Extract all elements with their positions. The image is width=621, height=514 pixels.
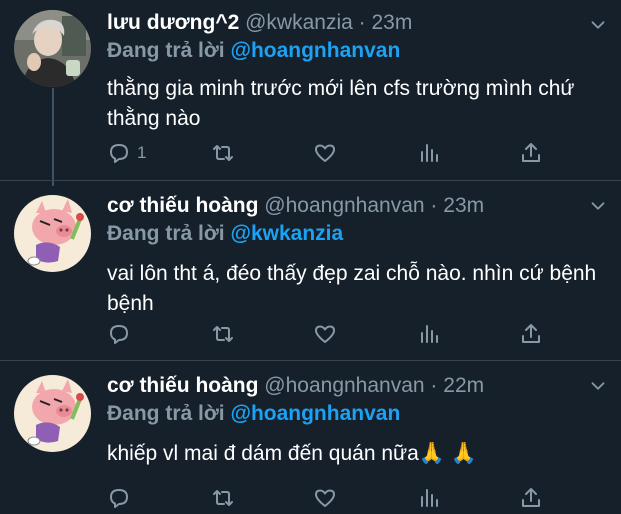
replying-prefix: Đang trả lời <box>107 402 225 425</box>
thread-connector <box>52 88 54 186</box>
tweet[interactable]: lưu dương^2 @kwkanzia · 23m Đang trả lời… <box>0 0 621 186</box>
heart-icon <box>313 322 337 346</box>
tweet-header: cơ thiếu hoàng @hoangnhanvan · 23m <box>107 193 601 219</box>
tweet-thread: lưu dương^2 @kwkanzia · 23m Đang trả lời… <box>0 0 621 514</box>
like-button[interactable] <box>313 140 337 166</box>
display-name[interactable]: cơ thiếu hoàng <box>107 374 258 397</box>
retweet-button[interactable] <box>211 485 235 511</box>
replying-to: Đang trả lời @kwkanzia <box>107 221 343 247</box>
timestamp[interactable]: 22m <box>443 374 484 397</box>
avatar[interactable] <box>14 10 91 87</box>
tweet-text: thằng gia minh trước mới lên cfs trường … <box>107 77 575 130</box>
replying-to: Đang trả lời @hoangnhanvan <box>107 401 400 427</box>
reply-icon <box>107 486 131 510</box>
chevron-down-icon[interactable] <box>587 195 609 217</box>
reply-icon <box>107 322 131 346</box>
analytics-button[interactable] <box>417 485 441 511</box>
user-handle[interactable]: @hoangnhanvan <box>264 374 424 397</box>
analytics-button[interactable] <box>417 140 441 166</box>
tweet-text: khiếp vl mai đ dám đến quán nữa🙏 🙏 <box>107 442 477 465</box>
replying-prefix: Đang trả lời <box>107 39 225 62</box>
separator-dot: · <box>430 194 438 217</box>
retweet-button[interactable] <box>211 321 235 347</box>
tweet-actions <box>107 485 547 511</box>
mention-link[interactable]: @kwkanzia <box>230 222 343 245</box>
replying-to: Đang trả lời @hoangnhanvan <box>107 38 400 64</box>
share-icon <box>519 141 543 165</box>
retweet-button[interactable] <box>211 140 235 166</box>
chevron-down-icon[interactable] <box>587 375 609 397</box>
user-handle[interactable]: @kwkanzia <box>245 11 353 34</box>
timestamp[interactable]: 23m <box>371 11 412 34</box>
separator-dot: · <box>358 11 366 34</box>
tweet[interactable]: cơ thiếu hoàng @hoangnhanvan · 22m Đang … <box>0 360 621 514</box>
tweet-header: cơ thiếu hoàng @hoangnhanvan · 22m <box>107 373 601 399</box>
reply-button[interactable] <box>107 321 131 347</box>
tweet[interactable]: cơ thiếu hoàng @hoangnhanvan · 23m Đang … <box>0 180 621 358</box>
analytics-icon <box>417 322 441 346</box>
mention-link[interactable]: @hoangnhanvan <box>230 402 400 425</box>
avatar[interactable] <box>14 195 91 272</box>
share-button[interactable] <box>519 140 543 166</box>
avatar[interactable] <box>14 375 91 452</box>
timestamp[interactable]: 23m <box>443 194 484 217</box>
chevron-down-icon[interactable] <box>587 14 609 36</box>
retweet-icon <box>211 322 235 346</box>
retweet-icon <box>211 486 235 510</box>
mention-link[interactable]: @hoangnhanvan <box>230 39 400 62</box>
analytics-icon <box>417 486 441 510</box>
user-handle[interactable]: @hoangnhanvan <box>264 194 424 217</box>
tweet-actions <box>107 321 547 347</box>
tweet-header: lưu dương^2 @kwkanzia · 23m <box>107 10 601 36</box>
analytics-icon <box>417 141 441 165</box>
tweet-text: vai lôn tht á, đéo thấy đẹp zai chỗ nào.… <box>107 262 597 315</box>
tweet-actions: 1 <box>107 140 547 166</box>
reply-icon <box>107 141 131 165</box>
share-button[interactable] <box>519 485 543 511</box>
retweet-icon <box>211 141 235 165</box>
display-name[interactable]: cơ thiếu hoàng <box>107 194 258 217</box>
share-icon <box>519 322 543 346</box>
like-button[interactable] <box>313 485 337 511</box>
share-icon <box>519 486 543 510</box>
heart-icon <box>313 141 337 165</box>
reply-count: 1 <box>137 143 147 162</box>
like-button[interactable] <box>313 321 337 347</box>
share-button[interactable] <box>519 321 543 347</box>
analytics-button[interactable] <box>417 321 441 347</box>
heart-icon <box>313 486 337 510</box>
reply-button[interactable]: 1 <box>107 140 146 166</box>
separator-dot: · <box>430 374 438 397</box>
replying-prefix: Đang trả lời <box>107 222 225 245</box>
display-name[interactable]: lưu dương^2 <box>107 11 239 34</box>
reply-button[interactable] <box>107 485 131 511</box>
